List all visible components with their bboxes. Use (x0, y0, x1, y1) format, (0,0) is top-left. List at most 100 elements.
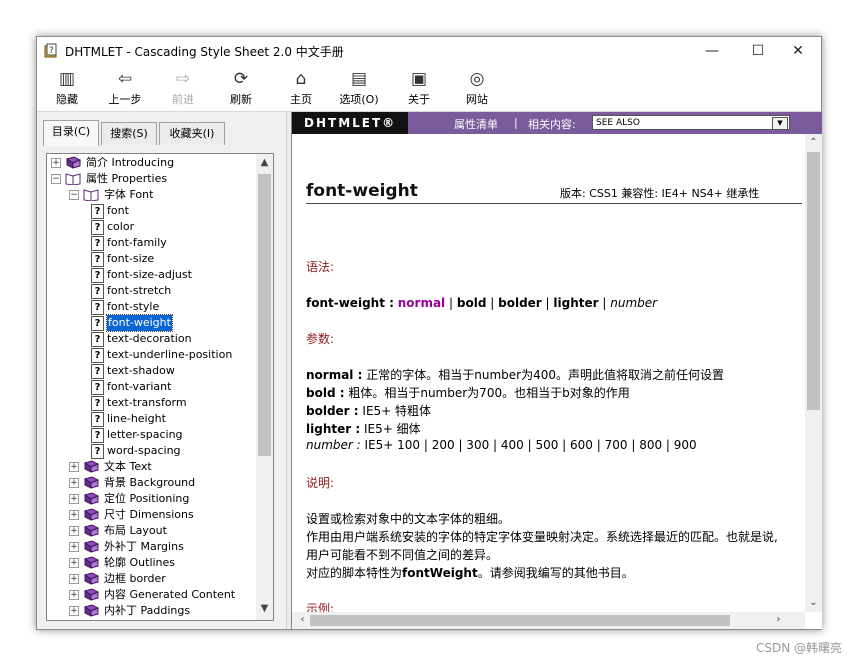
scroll-left-icon[interactable]: ‹ (294, 613, 311, 627)
tree-leaf-label: font-style (107, 300, 160, 313)
minimize-button[interactable]: — (689, 37, 735, 65)
param-name: bold : (306, 386, 345, 400)
param-desc: 粗体。相当于number为700。也相当于b对象的作用 (348, 386, 630, 400)
close-button[interactable]: ✕ (775, 37, 821, 65)
toolbar-button[interactable]: ▥ 隐藏 (39, 69, 95, 107)
book-icon (83, 476, 100, 489)
syntax-bolder: bolder (498, 296, 542, 310)
help-page-icon: ? (91, 300, 104, 315)
toolbar-button[interactable]: ▣ 关于 (391, 69, 447, 107)
book-icon (83, 604, 100, 617)
tree-node-label: 背景 Background (104, 476, 196, 489)
param-name: number : (306, 438, 361, 452)
tree-leaf-label: font-size-adjust (107, 268, 192, 281)
syntax-lighter: lighter (553, 296, 599, 310)
syntax-sep: | (602, 296, 607, 310)
script-prefix: 对应的脚本特性为 (306, 566, 403, 580)
expand-icon[interactable]: + (69, 494, 79, 504)
tree-node-label: 外补丁 Margins (104, 540, 184, 553)
help-page-icon: ? (91, 332, 104, 347)
help-page-icon: ? (91, 444, 104, 459)
brand-logo: DHTMLET® (292, 112, 408, 134)
help-page-icon: ? (91, 268, 104, 283)
forward-arrow-icon: ⇨ (175, 69, 191, 89)
scroll-up-icon[interactable]: ▲ (256, 156, 273, 170)
collapse-icon[interactable]: − (51, 174, 61, 184)
expand-icon[interactable]: + (69, 462, 79, 472)
syntax-sep: | (449, 296, 454, 310)
expand-icon[interactable]: + (69, 574, 79, 584)
book-icon (83, 572, 100, 585)
chevron-down-icon[interactable]: ▼ (772, 117, 788, 130)
tab-search[interactable]: 搜索(S) (101, 122, 157, 145)
back-arrow-icon: ⇦ (117, 69, 133, 89)
scroll-down-icon[interactable]: ⌄ (805, 596, 822, 610)
content-horizontal-scrollbar[interactable]: ‹ › (292, 612, 805, 629)
refresh-icon: ⟳ (233, 69, 249, 89)
content-pane: DHTMLET® 属性清单 | 相关内容: SEE ALSO ▼ font-we… (291, 112, 822, 629)
see-also-value: SEE ALSO (596, 118, 640, 128)
horizontal-scroll-thumb[interactable] (310, 615, 730, 626)
book-icon (83, 540, 100, 553)
tree-leaf-label: line-height (107, 412, 166, 425)
tree-leaf-label: text-underline-position (107, 348, 233, 361)
description-line: 作用由用户端系统安装的字体的特定字体变量映射决定。系统选择最近的匹配。也就是说, (306, 530, 778, 544)
expand-icon[interactable]: + (69, 558, 79, 568)
help-page-icon: ? (91, 316, 104, 331)
toolbar-button-label: 主页 (290, 93, 312, 106)
toolbar-button[interactable]: ⌂ 主页 (273, 69, 329, 107)
help-page-icon: ? (91, 380, 104, 395)
globe-icon: ◎ (469, 69, 485, 89)
toolbar-button[interactable]: ⇨ 前进 (155, 69, 211, 107)
tree-node-label: 属性 Properties (86, 172, 168, 185)
tree-leaf-label: color (107, 220, 135, 233)
toolbar-button[interactable]: ⟳ 刷新 (213, 69, 269, 107)
toolbar-button[interactable]: ◎ 网站 (449, 69, 505, 107)
version-info: 版本: CSS1 兼容性: IE4+ NS4+ 继承性 (560, 187, 760, 200)
content-vertical-scrollbar[interactable]: ⌃ ⌄ (805, 134, 822, 612)
tab-favorites[interactable]: 收藏夹(I) (159, 122, 225, 145)
tree-vertical-scrollbar[interactable]: ▲ ▼ (256, 154, 273, 620)
syntax-property: font-weight : (306, 296, 394, 310)
toolbar-button-label: 前进 (172, 93, 194, 106)
script-suffix: 。请参阅我编写的其他书目。 (477, 566, 634, 580)
tree-node-label: 简介 Introducing (86, 156, 175, 169)
tree-leaf-label: word-spacing (107, 444, 181, 457)
tree-leaf-label: text-transform (107, 396, 187, 409)
param-line: number : IE5+ 100 | 200 | 300 | 400 | 50… (306, 438, 697, 452)
navigation-pane: 目录(C) 搜索(S) 收藏夹(I) + 简介 Introducing − 属性 Pr… (37, 112, 286, 629)
help-window: ? DHTMLET - Cascading Style Sheet 2.0 中文… (36, 36, 822, 630)
banner-separator: | (514, 116, 518, 129)
content-scroll-thumb[interactable] (807, 152, 820, 410)
help-page-icon: ? (91, 236, 104, 251)
expand-icon[interactable]: + (69, 606, 79, 616)
toolbar-button[interactable]: ⇦ 上一步 (97, 69, 153, 107)
collapse-icon[interactable]: − (69, 190, 79, 200)
see-also-dropdown[interactable]: SEE ALSO ▼ (592, 115, 790, 130)
syntax-heading: 语法: (306, 260, 335, 274)
tree-scroll-thumb[interactable] (258, 174, 271, 456)
param-line: normal : 正常的字体。相当于number为400。声明此值将取消之前任何… (306, 366, 724, 383)
expand-icon[interactable]: + (69, 510, 79, 520)
tab-contents[interactable]: 目录(C) (43, 120, 99, 146)
expand-icon[interactable]: + (69, 542, 79, 552)
toolbar-button[interactable]: ▤ 选项(O) (331, 69, 387, 107)
scroll-up-icon[interactable]: ⌃ (805, 136, 822, 150)
description-line: 用户可能看不到不同值之间的差异。 (306, 548, 499, 562)
tree-leaf-label: font-family (107, 236, 167, 249)
toolbar-button-label: 关于 (408, 93, 430, 106)
help-page-icon: ? (91, 348, 104, 363)
page-title: font-weight (306, 181, 418, 201)
help-page-icon: ? (91, 364, 104, 379)
expand-icon[interactable]: + (69, 526, 79, 536)
toolbar: ▥ 隐藏 ⇦ 上一步 ⇨ 前进 ⟳ 刷新 ⌂ 主页 ▤ 选项(O) ▣ 关于 ◎ 网站 (37, 65, 821, 112)
property-list-link[interactable]: 属性清单 (454, 116, 498, 132)
scroll-down-icon[interactable]: ▼ (256, 602, 273, 616)
expand-icon[interactable]: + (69, 590, 79, 600)
expand-icon[interactable]: + (69, 478, 79, 488)
open-book-icon (83, 188, 99, 202)
title-divider (306, 203, 802, 204)
help-page-icon: ? (91, 252, 104, 267)
scroll-right-icon[interactable]: › (770, 613, 787, 627)
expand-icon[interactable]: + (51, 158, 61, 168)
